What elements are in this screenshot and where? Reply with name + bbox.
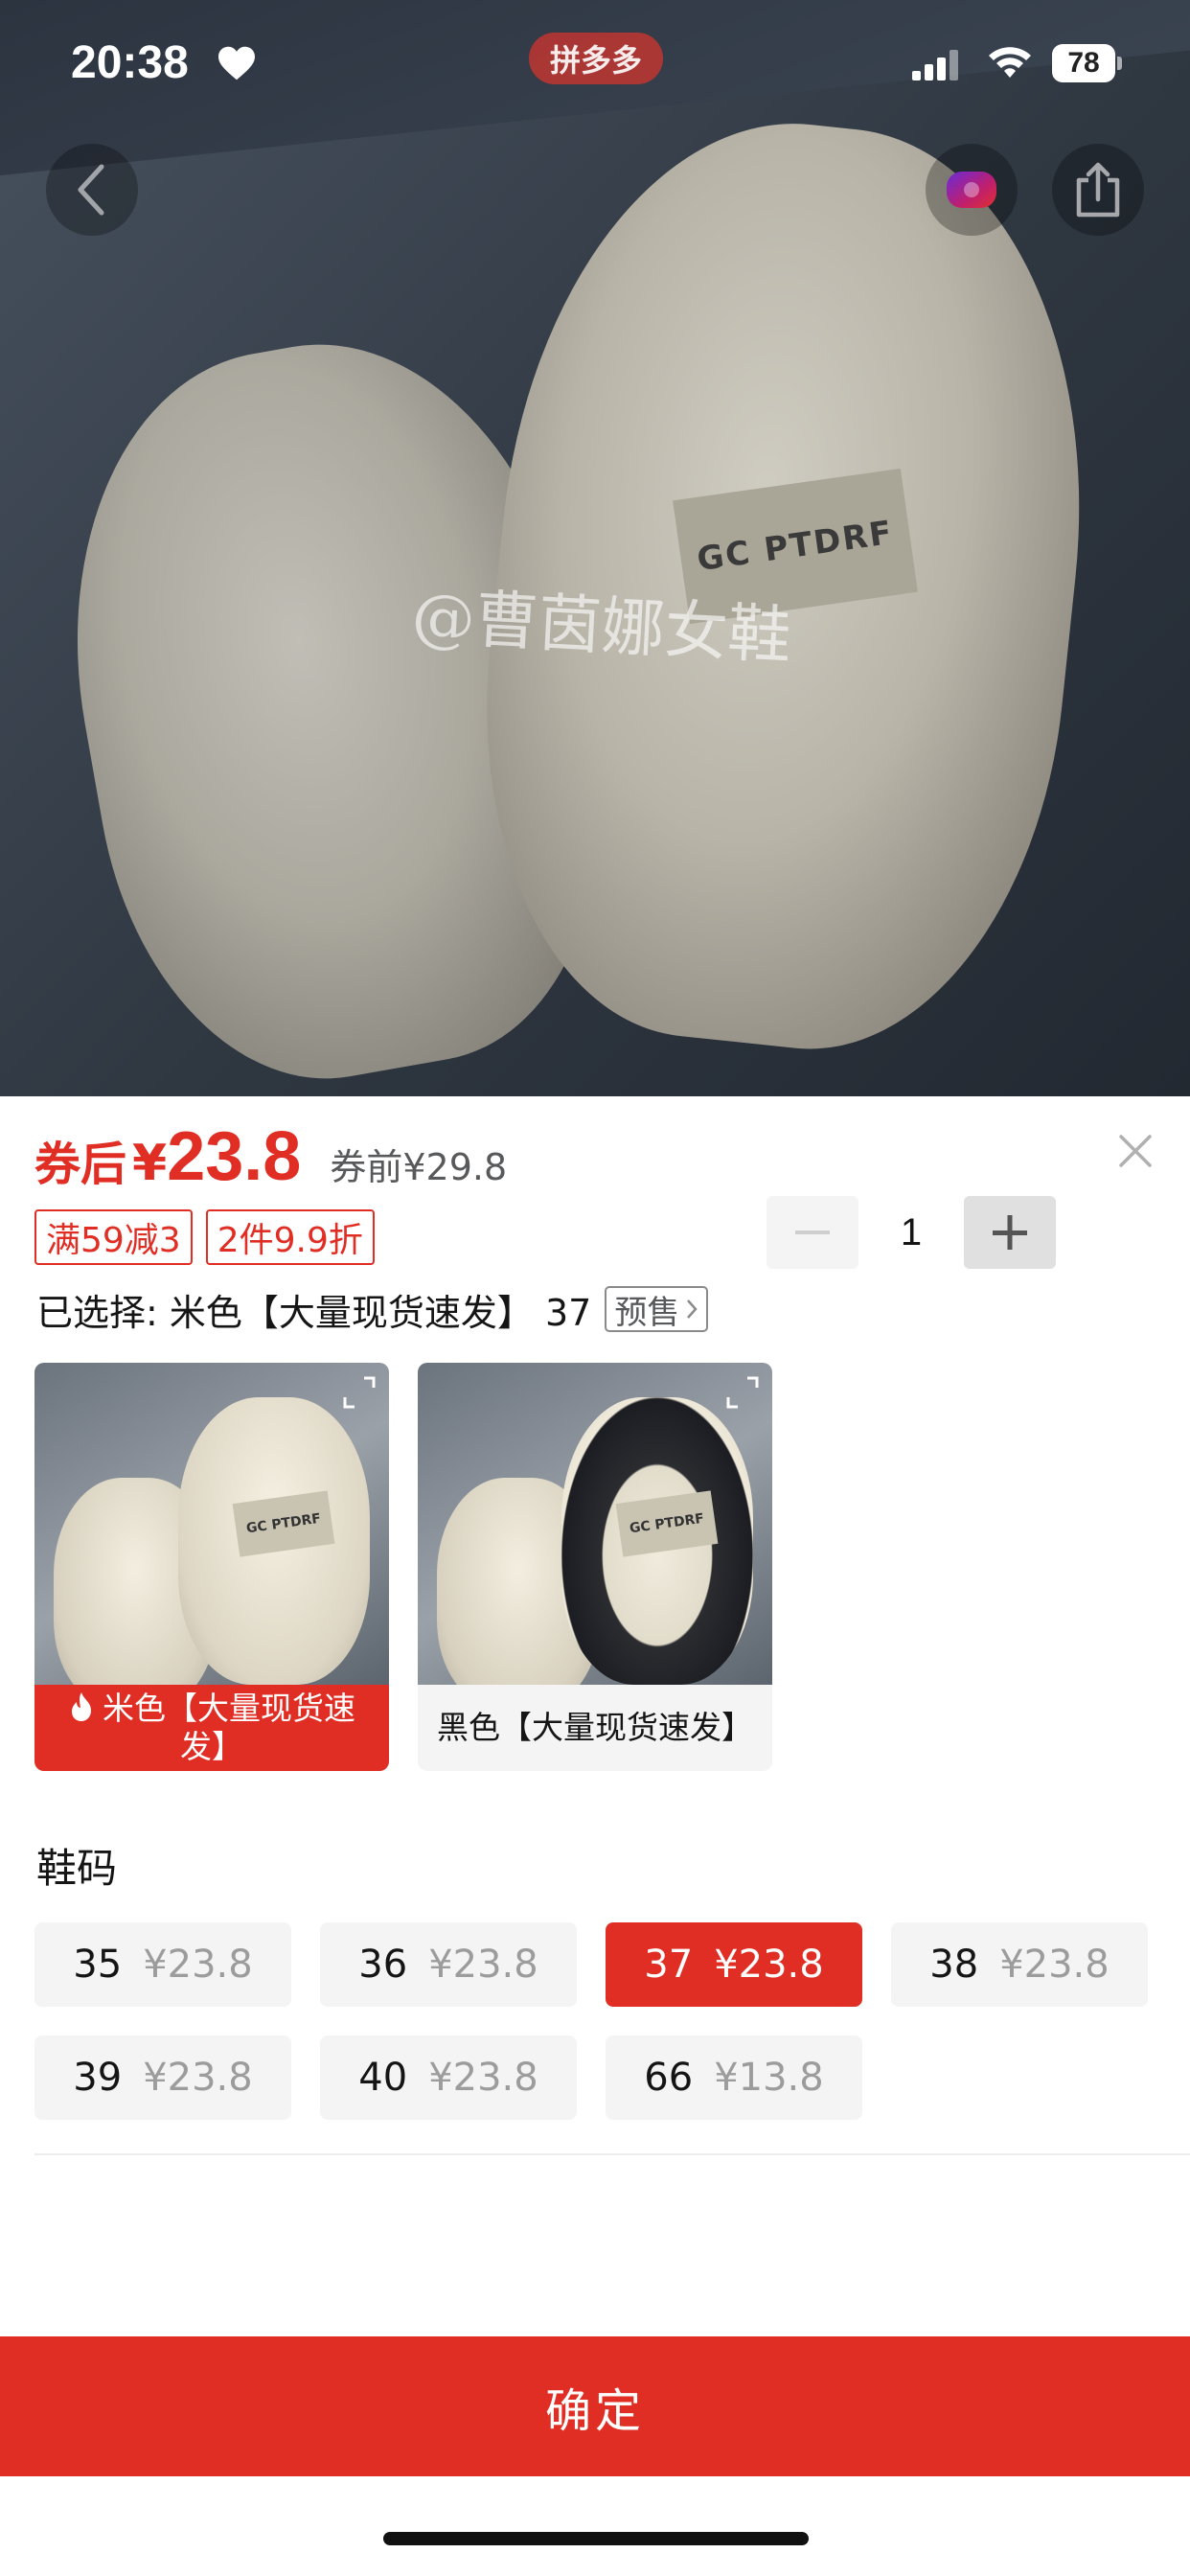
color-option-image: GC PTDRF — [34, 1363, 389, 1685]
size-number: 39 — [73, 2056, 123, 2100]
minus-icon — [795, 1230, 830, 1234]
section-divider — [34, 2153, 1190, 2155]
size-number: 38 — [929, 1943, 979, 1987]
size-option-39[interactable]: 39 ¥23.8 — [34, 2036, 291, 2120]
size-section-title: 鞋码 — [36, 1845, 118, 1892]
size-options: 35 ¥23.8 36 ¥23.8 37 ¥23.8 38 ¥23.8 39 ¥… — [34, 1922, 1156, 2120]
size-price: ¥23.8 — [143, 2056, 253, 2100]
color-option-label: 黑色【大量现货速发】 — [437, 1709, 753, 1746]
before-coupon-price: 券前¥29.8 — [330, 1146, 508, 1188]
back-button[interactable] — [46, 144, 138, 236]
selected-summary: 已选择: 米色【大量现货速发】 37 预售 — [36, 1280, 709, 1338]
battery-icon: 78 — [1052, 44, 1122, 82]
plus-icon — [993, 1215, 1027, 1250]
size-price: ¥23.8 — [999, 1943, 1110, 1987]
status-time: 20:38 — [71, 37, 189, 88]
selected-text: 已选择: 米色【大量现货速发】 37 — [36, 1291, 592, 1334]
color-option-black[interactable]: GC PTDRF 黑色【大量现货速发】 — [418, 1363, 772, 1771]
size-price: ¥23.8 — [714, 1943, 824, 1987]
promo-tags: 满59减3 2件9.9折 — [34, 1209, 375, 1265]
promo-tag: 满59减3 — [34, 1209, 193, 1265]
wifi-icon — [989, 47, 1031, 78]
price-value: 23.8 — [167, 1118, 302, 1195]
expand-icon[interactable] — [335, 1368, 383, 1416]
battery-tip — [1117, 57, 1122, 70]
app-badge: 拼多多 — [529, 33, 663, 84]
size-option-37[interactable]: 37 ¥23.8 — [606, 1922, 862, 2007]
promo-tag: 2件9.9折 — [205, 1209, 375, 1265]
product-image[interactable]: GC PTDRF @曹茵娜女鞋 — [0, 0, 1190, 1096]
size-price: ¥23.8 — [428, 1943, 538, 1987]
color-option-beige[interactable]: GC PTDRF 米色【大量现货速发】 — [34, 1363, 389, 1771]
color-options: GC PTDRF 米色【大量现货速发】 GC PTDRF 黑色【大量现货速发】 — [34, 1363, 772, 1771]
color-option-label: 米色【大量现货速发】 — [34, 1685, 389, 1771]
confirm-button[interactable]: 确定 — [0, 2336, 1190, 2476]
size-option-38[interactable]: 38 ¥23.8 — [891, 1922, 1148, 2007]
size-price: ¥23.8 — [428, 2056, 538, 2100]
price-line: 券后 ¥ 23.8 券前¥29.8 — [34, 1117, 507, 1204]
size-option-36[interactable]: 36 ¥23.8 — [320, 1922, 577, 2007]
color-option-image: GC PTDRF — [418, 1363, 772, 1685]
heart-icon — [218, 46, 255, 80]
status-bar: 20:38 拼多多 78 — [0, 0, 1190, 126]
size-number: 66 — [644, 2056, 694, 2100]
decrease-quantity-button[interactable] — [767, 1196, 858, 1269]
chevron-right-icon — [687, 1300, 698, 1319]
increase-quantity-button[interactable] — [964, 1196, 1056, 1269]
size-option-35[interactable]: 35 ¥23.8 — [34, 1922, 291, 2007]
home-indicator — [383, 2532, 809, 2545]
live-camera-button[interactable] — [926, 144, 1018, 236]
size-number: 37 — [644, 1943, 694, 1987]
size-price: ¥13.8 — [714, 2056, 824, 2100]
share-button[interactable] — [1052, 144, 1144, 236]
color-option-name: 米色【大量现货速发】 — [103, 1690, 355, 1765]
price-currency: ¥ — [132, 1135, 168, 1192]
close-icon[interactable] — [1111, 1127, 1159, 1175]
size-number: 40 — [358, 2056, 408, 2100]
size-option-66[interactable]: 66 ¥13.8 — [606, 2036, 862, 2120]
signal-icon — [912, 50, 958, 80]
size-number: 36 — [358, 1943, 408, 1987]
presale-label: 预售 — [614, 1293, 680, 1332]
size-price: ¥23.8 — [143, 1943, 253, 1987]
presale-badge[interactable]: 预售 — [605, 1286, 709, 1332]
flame-icon — [72, 1692, 91, 1721]
quantity-value: 1 — [900, 1210, 923, 1254]
quantity-stepper: 1 — [767, 1196, 1056, 1269]
expand-icon[interactable] — [719, 1368, 767, 1416]
share-icon — [1076, 162, 1120, 218]
battery-level: 78 — [1067, 47, 1100, 79]
live-camera-icon — [947, 172, 996, 208]
size-number: 35 — [73, 1943, 123, 1987]
back-icon — [78, 164, 104, 216]
after-coupon-label: 券后 — [34, 1138, 127, 1191]
size-option-40[interactable]: 40 ¥23.8 — [320, 2036, 577, 2120]
